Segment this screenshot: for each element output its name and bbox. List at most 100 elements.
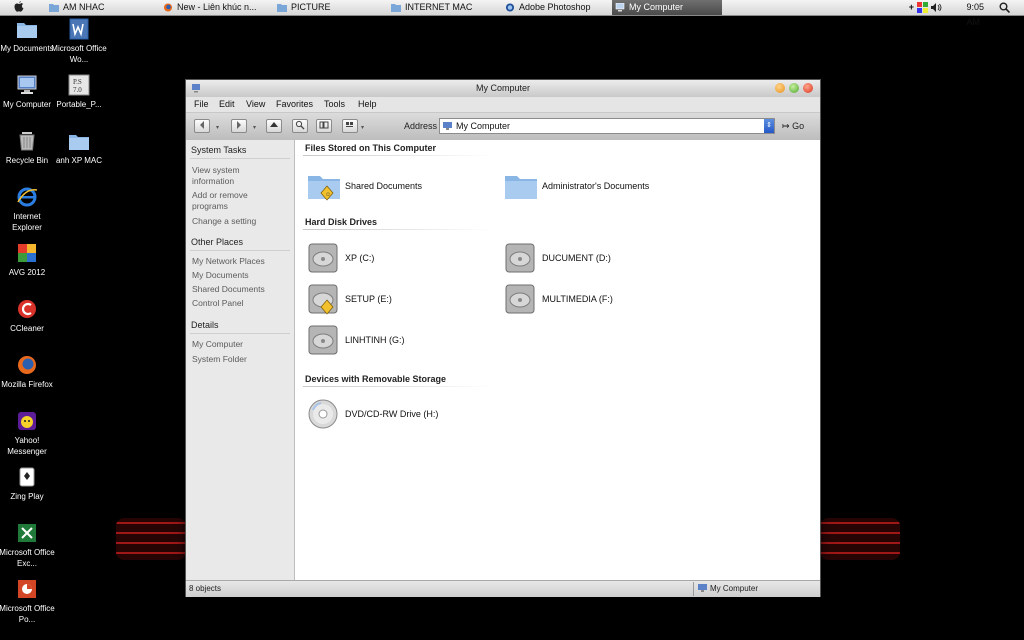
link-control-panel[interactable]: Control Panel [192,298,244,309]
forward-arrow-icon [237,121,241,129]
details-heading[interactable]: Details [191,320,219,330]
back-dropdown-icon[interactable]: ▾ [216,124,219,131]
close-button[interactable] [803,83,813,93]
link-view-system-information[interactable]: View system information [192,165,262,187]
views-button[interactable] [342,119,358,133]
link-my-documents[interactable]: My Documents [192,270,249,281]
menu-file[interactable]: File [194,99,209,109]
task-label: AM NHAC [63,2,105,12]
hard-drive-icon [308,243,338,273]
yahoo-icon [18,412,36,430]
desktop-icon-powerpoint[interactable]: Microsoft Office Po... [0,578,55,625]
desktop-icon-anh-xp-mac[interactable]: anh XP MAC [51,130,107,166]
window-titlebar[interactable]: My Computer [186,80,820,97]
computer-icon [192,84,200,93]
group-divider [303,229,493,230]
group-files-heading: Files Stored on This Computer [305,143,437,153]
forward-button[interactable] [231,119,247,133]
volume-icon[interactable] [931,3,942,12]
add-icon[interactable]: + [909,0,914,15]
word-icon [69,18,89,40]
desktop-icon-yahoo-messenger[interactable]: Yahoo! Messenger [0,410,55,457]
item-label: SETUP (E:) [345,294,392,304]
desktop-icon-portable-photoshop[interactable]: P.S 7.0 Portable_P... [51,74,107,110]
task-internet-mac[interactable]: INTERNET MAC [388,0,500,15]
computer-icon [615,3,625,12]
item-label: LINHTINH (G:) [345,335,405,345]
task-label: Adobe Photoshop [519,2,591,12]
link-add-remove-programs[interactable]: Add or remove programs [192,190,272,212]
icon-label: AVG 2012 [8,268,46,277]
menu-bar: AM NHAC New - Liên khúc n... PICTURE INT… [0,0,1024,27]
folders-button[interactable] [316,119,332,133]
menu-edit[interactable]: Edit [219,99,235,109]
hard-drive-icon [505,284,535,314]
task-am-nhac[interactable]: AM NHAC [46,0,156,15]
cd-drive-icon [308,399,338,429]
icon-label: Recycle Bin [5,156,49,165]
photoshop-icon [505,3,515,12]
folder-icon [49,4,59,12]
clock[interactable]: 9:05 AM [966,0,984,27]
search-button[interactable] [292,119,308,133]
address-label: Address [404,121,438,131]
link-change-setting[interactable]: Change a setting [192,216,256,227]
firefox-icon [18,356,36,374]
task-pane: System Tasks View system information Add… [186,140,295,580]
desktop-icon-recycle-bin[interactable]: Recycle Bin [0,130,55,166]
icon-label: Zing Play [10,492,44,501]
desktop-icon-zing-play[interactable]: Zing Play [0,466,55,502]
link-shared-documents[interactable]: Shared Documents [192,284,265,295]
desktop-icon-my-documents[interactable]: My Documents [0,18,55,54]
icon-label: Portable_P... [56,100,102,109]
back-button[interactable] [194,119,210,133]
views-dropdown-icon[interactable]: ▾ [361,124,364,131]
forward-dropdown-icon[interactable]: ▾ [253,124,256,131]
search-icon[interactable] [999,2,1010,13]
apple-icon[interactable] [13,1,25,13]
my-computer-window: My Computer File Edit View Favorites Too… [185,79,821,597]
menu-help[interactable]: Help [358,99,377,109]
hard-drive-icon [505,243,535,273]
desktop-icon-avg[interactable]: AVG 2012 [0,242,55,278]
item-label: Shared Documents [345,181,423,191]
task-my-computer[interactable]: My Computer [612,0,722,15]
icon-label: anh XP MAC [55,156,103,165]
computer-icon [17,75,37,94]
address-bar[interactable]: My Computer ⇕ [439,118,775,134]
desktop-icon-excel[interactable]: Microsoft Office Exc... [0,522,55,569]
address-dropdown-icon[interactable]: ⇕ [764,119,774,133]
desktop-icon-word[interactable]: Microsoft Office Wo... [51,18,107,65]
desktop-icon-ccleaner[interactable]: CCleaner [0,298,55,334]
icon-label: Internet Explorer [12,212,42,232]
folder-icon [69,135,89,150]
maximize-button[interactable] [789,83,799,93]
task-firefox[interactable]: New - Liên khúc n... [160,0,272,15]
task-photoshop[interactable]: Adobe Photoshop [502,0,610,15]
hard-drive-icon [308,325,338,355]
desktop-icon-internet-explorer[interactable]: Internet Explorer [0,186,55,233]
system-tasks-heading[interactable]: System Tasks [191,145,246,155]
go-button[interactable]: ↦ Go [782,121,804,132]
desktop-icon-my-computer[interactable]: My Computer [0,74,55,110]
desktop-icon-firefox[interactable]: Mozilla Firefox [0,354,55,390]
status-divider [693,582,694,596]
task-label: INTERNET MAC [405,2,473,12]
other-places-heading[interactable]: Other Places [191,237,243,247]
icon-label: Microsoft Office Po... [0,604,55,624]
group-drives-heading: Hard Disk Drives [305,217,378,227]
go-arrow-icon: ↦ [782,121,790,131]
icon-label: My Computer [2,100,51,109]
menu-favorites[interactable]: Favorites [276,99,313,109]
network-icon[interactable] [917,2,928,13]
up-button[interactable] [266,119,282,133]
trash-icon [19,132,35,151]
task-picture[interactable]: PICTURE [274,0,384,15]
excel-icon [18,524,36,542]
svg-text:7.0: 7.0 [73,86,82,94]
minimize-button[interactable] [775,83,785,93]
menu-view[interactable]: View [246,99,265,109]
link-my-network-places[interactable]: My Network Places [192,256,265,267]
details-name: My Computer [192,339,244,349]
menu-tools[interactable]: Tools [324,99,345,109]
